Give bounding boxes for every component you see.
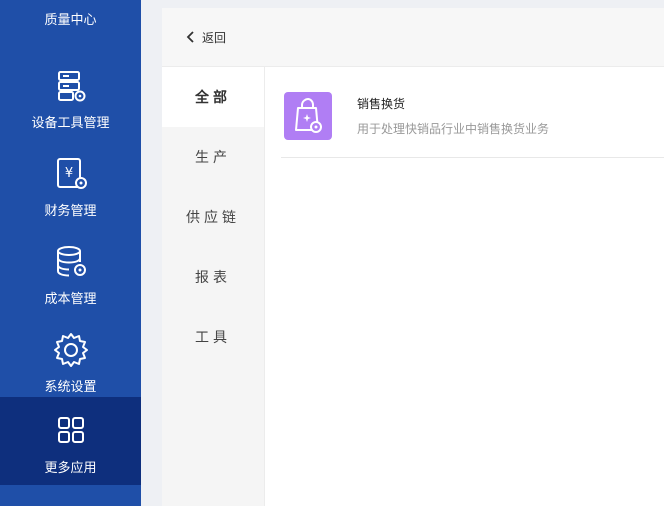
category-label: 全部 xyxy=(195,90,231,106)
chevron-left-icon xyxy=(186,31,194,43)
category-reports[interactable]: 报表 xyxy=(162,247,264,307)
nav-item-finance[interactable]: ¥ 财务管理 xyxy=(0,138,141,226)
nav-item-label: 质量中心 xyxy=(44,13,97,28)
nav-item-label: 成本管理 xyxy=(44,292,97,307)
nav-item-label: 系统设置 xyxy=(44,380,97,395)
cost-database-icon xyxy=(56,246,86,277)
nav-item-label: 财务管理 xyxy=(44,204,97,219)
category-tools[interactable]: 工具 xyxy=(162,307,264,367)
nav-item-settings[interactable]: 系统设置 xyxy=(0,314,141,402)
app-title: 销售换货 xyxy=(357,97,406,111)
nav-item-device-tools[interactable]: 设备工具管理 xyxy=(0,50,141,138)
category-all[interactable]: 全部 xyxy=(162,67,264,127)
back-label: 返回 xyxy=(202,30,227,45)
settings-gear-icon xyxy=(53,333,88,367)
nav-item-label: 更多应用 xyxy=(44,461,97,476)
category-label: 供应链 xyxy=(186,210,240,226)
app-center-panel: 返回 全部 生产 供应链 报表 工具 销售换货 用于处理快销品行业中销售换货业务 xyxy=(162,8,664,506)
back-button[interactable]: 返回 xyxy=(186,29,226,46)
nav-item-more-apps[interactable]: 更多应用 xyxy=(0,397,141,485)
category-label: 生产 xyxy=(195,150,231,166)
finance-icon: ¥ xyxy=(56,158,87,189)
svg-text:¥: ¥ xyxy=(64,166,72,181)
nav-item-cost[interactable]: 成本管理 xyxy=(0,226,141,314)
category-label: 报表 xyxy=(195,270,231,286)
nav-item-label: 设备工具管理 xyxy=(31,116,110,131)
side-nav: 质量中心 设备工具管理 ¥ 财务管理 成本管理 系统设置 更多应用 xyxy=(0,0,141,506)
app-item-sales-exchange[interactable]: 销售换货 用于处理快销品行业中销售换货业务 xyxy=(281,67,664,158)
panel-header: 返回 xyxy=(162,8,664,67)
app-description: 用于处理快销品行业中销售换货业务 xyxy=(357,122,550,136)
category-supply-chain[interactable]: 供应链 xyxy=(162,187,264,247)
category-production[interactable]: 生产 xyxy=(162,127,264,187)
category-label: 工具 xyxy=(195,330,231,346)
category-list: 全部 生产 供应链 报表 工具 xyxy=(162,67,265,506)
shopping-bag-icon xyxy=(284,92,332,140)
device-tools-icon xyxy=(57,71,85,102)
apps-grid-icon xyxy=(57,417,84,443)
nav-item-quality-center[interactable]: 质量中心 xyxy=(0,0,141,38)
